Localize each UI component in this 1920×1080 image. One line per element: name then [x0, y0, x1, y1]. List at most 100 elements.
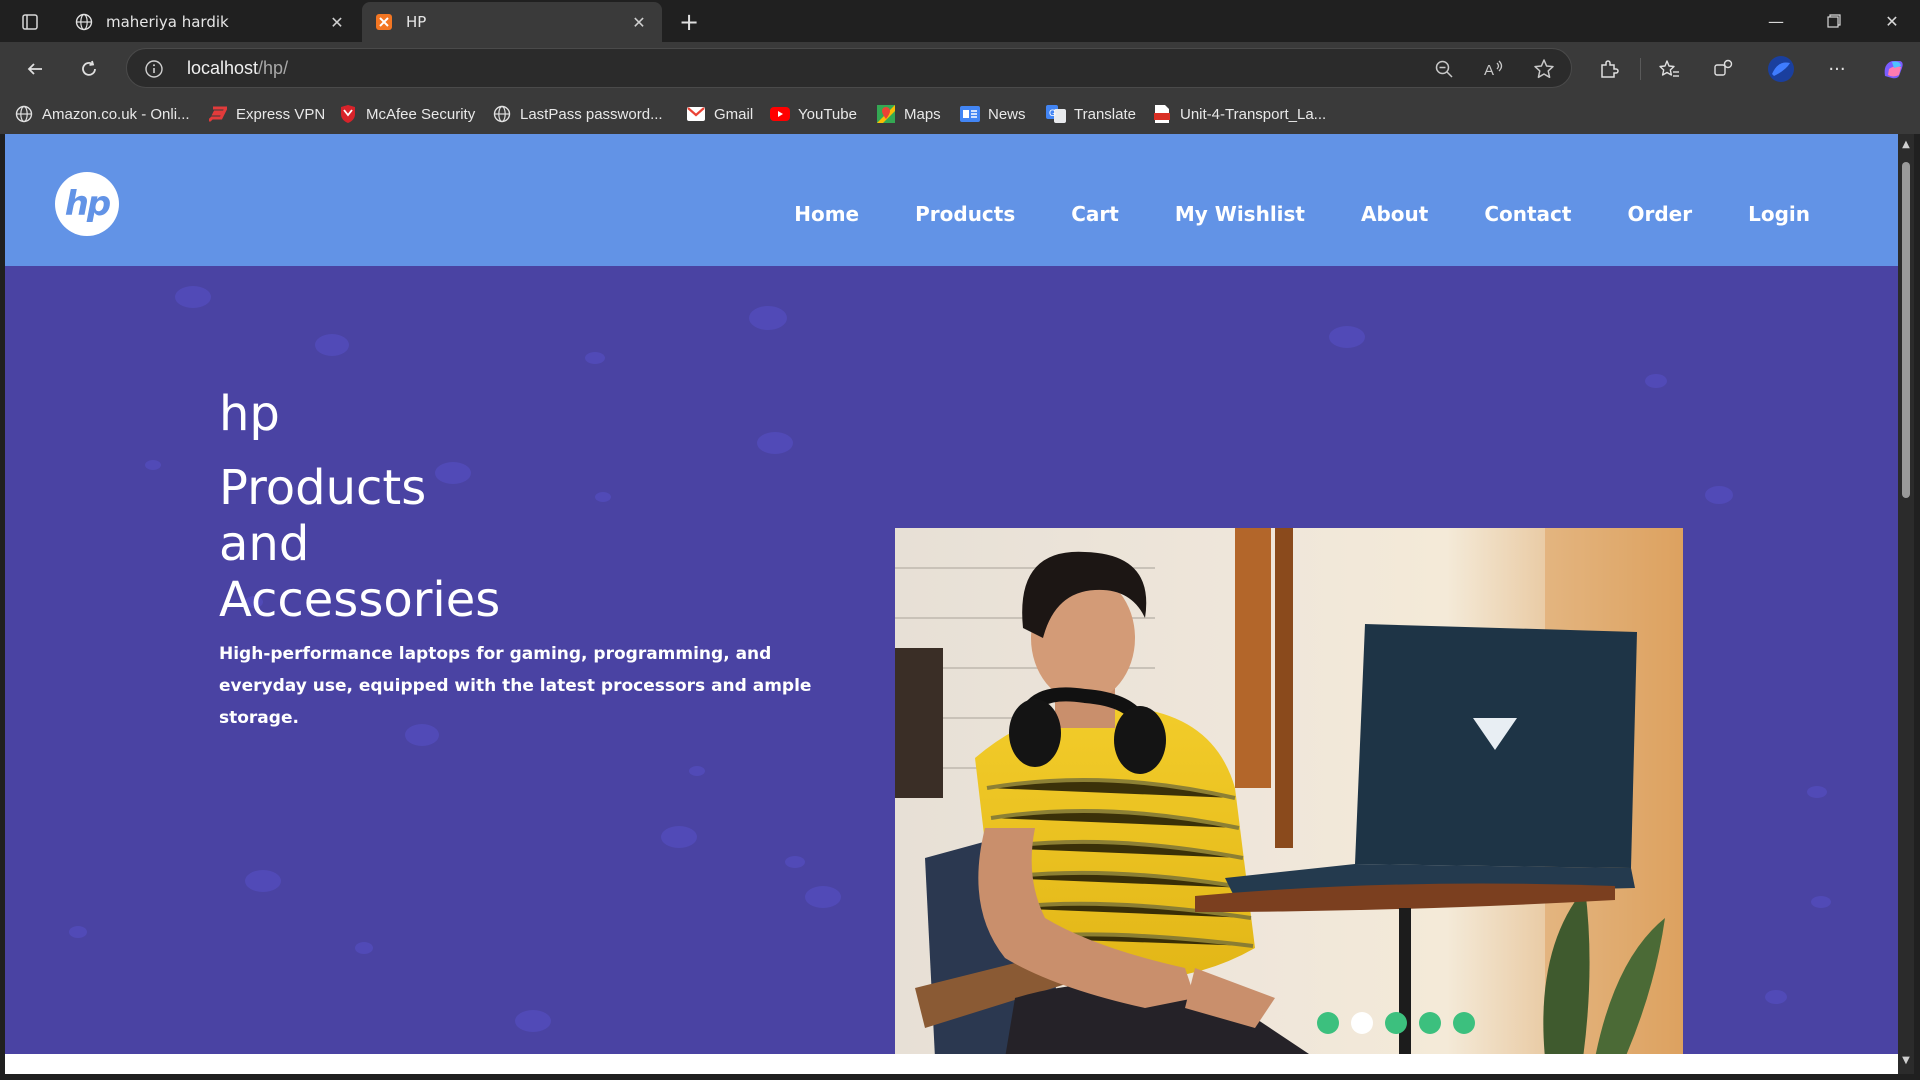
bookmark-label: Express VPN — [236, 105, 326, 123]
new-tab-button[interactable]: + — [674, 8, 704, 36]
bookmarks-bar: Amazon.co.uk - Onli... Express VPN McAfe… — [0, 94, 1920, 134]
site-header: hp Home Products Cart My Wishlist About … — [5, 134, 1898, 266]
bookmark-gmail[interactable]: Gmail — [686, 102, 753, 126]
background-dot — [749, 306, 787, 330]
collections-button[interactable] — [1706, 52, 1740, 86]
bookmark-translate[interactable]: G Translate — [1046, 102, 1136, 126]
bookmark-label: Translate — [1074, 105, 1136, 123]
background-dot — [805, 886, 841, 908]
hero-heading-line: and — [219, 516, 310, 572]
zoom-out-icon[interactable] — [1431, 56, 1457, 82]
hero-section: hp Products and Accessories High-perform… — [5, 266, 1898, 1054]
refresh-button[interactable] — [72, 52, 106, 86]
favorites-button[interactable] — [1652, 52, 1686, 86]
window-edge-right — [1914, 134, 1920, 1080]
slider-pagination — [1317, 1012, 1487, 1034]
url-text[interactable]: localhost/hp/ — [187, 58, 288, 79]
url-path: /hp/ — [258, 58, 289, 78]
background-dot — [145, 460, 161, 470]
bookmark-label: McAfee Security — [366, 105, 476, 123]
bookmark-amazon[interactable]: Amazon.co.uk - Onli... — [14, 102, 190, 126]
expressvpn-icon — [208, 104, 228, 124]
tab-title: maheriya hardik — [106, 13, 229, 31]
hero-brand: hp — [219, 386, 280, 442]
svg-text:A: A — [1484, 62, 1494, 79]
close-icon[interactable]: ✕ — [326, 11, 348, 33]
profile-button[interactable] — [1764, 52, 1798, 86]
tab-maheriya-hardik[interactable]: maheriya hardik ✕ — [62, 2, 360, 42]
slider-dot-2[interactable] — [1351, 1012, 1373, 1034]
background-dot — [1811, 896, 1831, 908]
hero-text: hp Products and Accessories High-perform… — [219, 390, 859, 734]
nav-contact[interactable]: Contact — [1484, 202, 1571, 226]
youtube-icon — [770, 104, 790, 124]
bookmark-label: Amazon.co.uk - Onli... — [42, 105, 190, 123]
bookmark-express-vpn[interactable]: Express VPN — [208, 102, 325, 126]
collections-icon — [1714, 59, 1733, 76]
nav-order[interactable]: Order — [1627, 202, 1692, 226]
globe-icon — [74, 12, 94, 32]
tab-bar: maheriya hardik ✕ HP ✕ + — ✕ — [0, 0, 1920, 42]
scroll-up-arrow-icon[interactable]: ▲ — [1901, 140, 1911, 150]
read-aloud-icon[interactable]: A — [1481, 56, 1507, 82]
bookmark-label: YouTube — [798, 105, 857, 123]
scrollbar-thumb[interactable] — [1902, 162, 1910, 498]
close-icon[interactable]: ✕ — [628, 11, 650, 33]
hp-logo[interactable]: hp — [55, 172, 119, 236]
background-dot — [69, 926, 87, 938]
minimize-button[interactable]: — — [1748, 0, 1804, 42]
bookmark-label: LastPass password... — [520, 105, 663, 123]
page-scrollbar[interactable]: ▲ ▼ — [1898, 134, 1914, 1074]
tab-actions-button[interactable] — [14, 8, 46, 36]
bookmark-lastpass[interactable]: LastPass password... — [492, 102, 663, 126]
background-dot — [585, 352, 605, 364]
background-dot — [785, 856, 805, 868]
navigation-toolbar: localhost/hp/ A ··· — [0, 42, 1920, 94]
nav-login[interactable]: Login — [1748, 202, 1810, 226]
page-next-section — [5, 1054, 1898, 1074]
xampp-icon — [374, 12, 394, 32]
nav-cart[interactable]: Cart — [1071, 202, 1119, 226]
close-window-button[interactable]: ✕ — [1864, 0, 1920, 42]
bookmark-youtube[interactable]: YouTube — [770, 102, 857, 126]
bookmark-unit-4-transport[interactable]: Unit-4-Transport_La... — [1152, 102, 1326, 126]
nav-my-wishlist[interactable]: My Wishlist — [1175, 202, 1305, 226]
slider-dot-1[interactable] — [1317, 1012, 1339, 1034]
copilot-button[interactable] — [1876, 52, 1910, 86]
bookmark-mcafee[interactable]: McAfee Security — [338, 102, 475, 126]
translate-icon: G — [1046, 104, 1066, 124]
background-dot — [315, 334, 349, 356]
nav-about[interactable]: About — [1361, 202, 1428, 226]
slider-dot-5[interactable] — [1453, 1012, 1475, 1034]
tab-hp[interactable]: HP ✕ — [362, 2, 662, 42]
hero-slider[interactable] — [895, 528, 1683, 1054]
bookmark-maps[interactable]: Maps — [876, 102, 941, 126]
maps-icon — [876, 104, 896, 124]
sidebar-icon — [22, 14, 38, 30]
more-menu-button[interactable]: ··· — [1820, 52, 1854, 86]
background-dot — [661, 826, 697, 848]
background-dot — [245, 870, 281, 892]
logo-text: hp — [64, 184, 112, 224]
restore-button[interactable] — [1806, 0, 1862, 42]
address-bar[interactable]: localhost/hp/ A — [126, 48, 1572, 88]
hero-heading: Products and Accessories — [219, 460, 859, 628]
url-host: localhost — [187, 58, 259, 78]
back-arrow-icon — [27, 63, 42, 75]
background-dot — [1645, 374, 1667, 388]
scroll-down-arrow-icon[interactable]: ▼ — [1901, 1056, 1911, 1066]
nav-home[interactable]: Home — [794, 202, 859, 226]
bookmark-label: Maps — [904, 105, 941, 123]
bookmark-label: Unit-4-Transport_La... — [1180, 105, 1327, 123]
background-dot — [515, 1010, 551, 1032]
extensions-button[interactable] — [1592, 52, 1626, 86]
slider-dot-3[interactable] — [1385, 1012, 1407, 1034]
site-info-icon[interactable] — [143, 58, 165, 80]
bookmark-news[interactable]: News — [960, 102, 1026, 126]
background-dot — [1807, 786, 1827, 798]
favorite-star-icon[interactable] — [1531, 56, 1557, 82]
nav-products[interactable]: Products — [915, 202, 1015, 226]
slider-dot-4[interactable] — [1419, 1012, 1441, 1034]
background-dot — [1705, 486, 1733, 504]
back-button[interactable] — [18, 52, 52, 86]
